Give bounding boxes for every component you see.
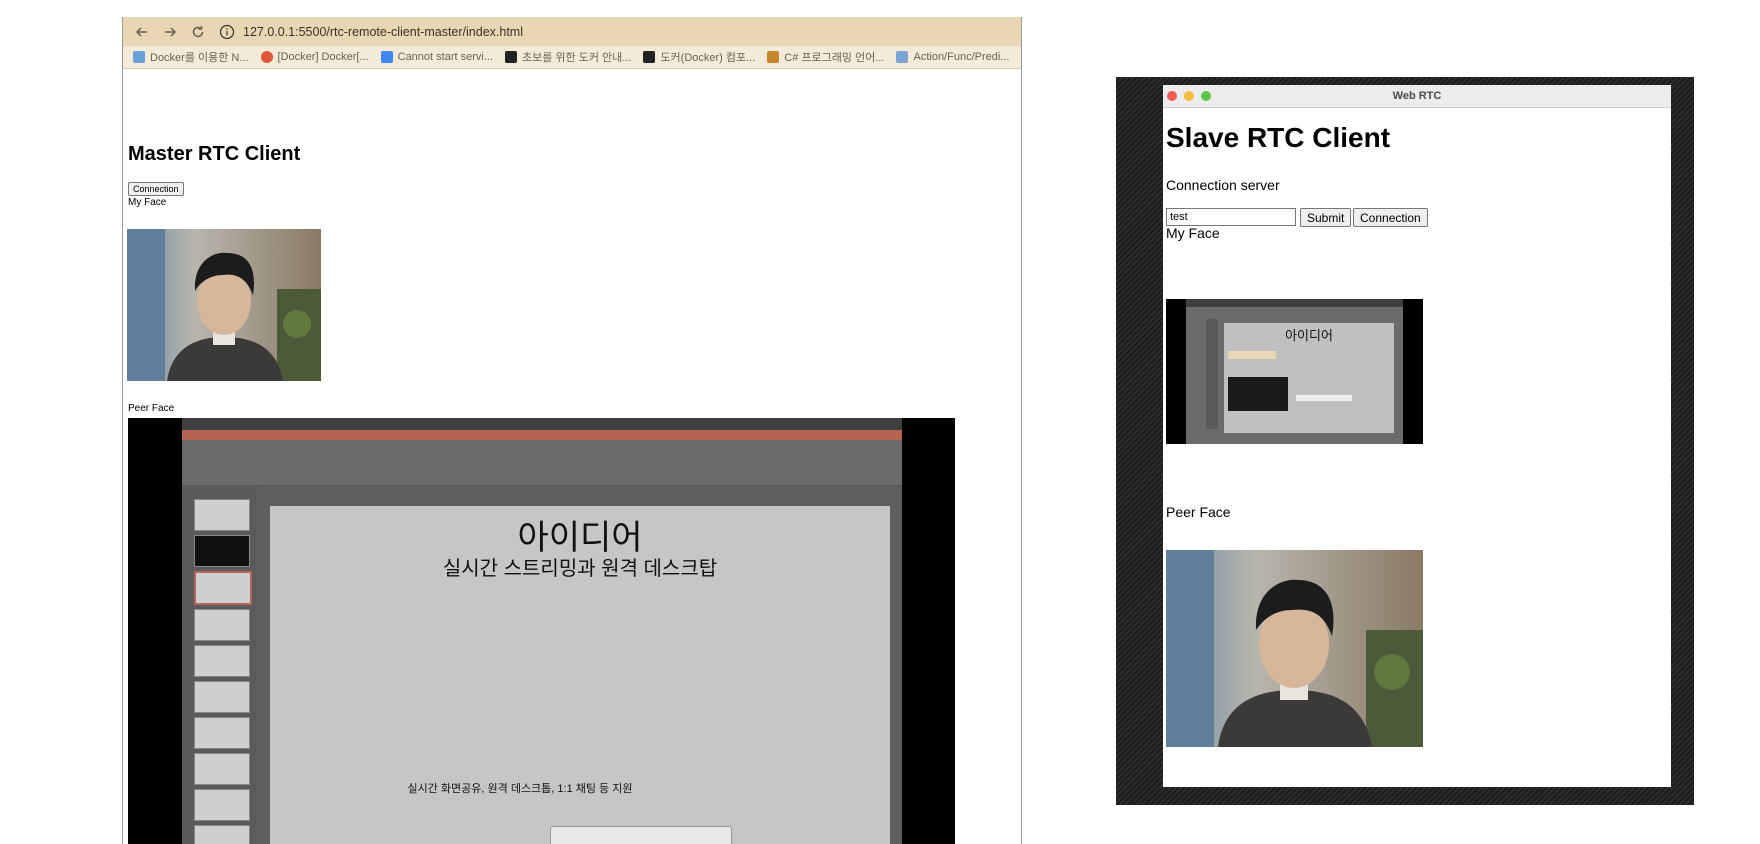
bookmarks-bar: Docker를 이용한 N... [Docker] Docker[... Canno…: [123, 46, 1021, 69]
connection-button[interactable]: Connection: [128, 182, 184, 196]
minimize-window-icon[interactable]: [1184, 91, 1194, 101]
bookmark-label: 초보를 위한 도커 안내...: [522, 52, 632, 64]
my-face-label: My Face: [128, 197, 167, 208]
forward-icon[interactable]: [159, 21, 181, 43]
peer-face-label: Peer Face: [128, 403, 175, 414]
shared-screen: 아이디어 실시간 스트리밍과 원격 데스크탑 실시간 화면공유, 원격 데스크톱…: [182, 418, 902, 844]
slave-screen-frame: Web RTC Slave RTC Client Connection serv…: [1116, 77, 1694, 805]
slave-window: Web RTC Slave RTC Client Connection serv…: [1163, 85, 1671, 787]
page-title: Slave RTC Client: [1166, 122, 1391, 153]
bookmark-item[interactable]: Action/Func/Predi...: [896, 51, 1009, 63]
zoom-window-icon[interactable]: [1201, 91, 1211, 101]
url-field[interactable]: 127.0.0.1:5500/rtc-remote-client-master/…: [219, 20, 523, 44]
peer-face-video: 아이디어 실시간 스트리밍과 원격 데스크탑 실시간 화면공유, 원격 데스크톱…: [128, 418, 955, 844]
my-face-video: 아이디어: [1166, 299, 1423, 444]
bookmark-label: C# 프로그래밍 언어...: [784, 52, 885, 64]
page-title: Master RTC Client: [128, 143, 301, 165]
t-icon: [260, 51, 273, 63]
book-icon: [767, 51, 780, 63]
presentation-toolbar: [550, 826, 732, 844]
connection-server-label: Connection server: [1166, 177, 1280, 193]
reload-icon[interactable]: [187, 21, 209, 43]
peer-face-video: [1166, 550, 1423, 747]
bookmark-label: Cannot start servi...: [397, 51, 493, 63]
bookmark-label: 도커(Docker) 컴포...: [660, 52, 756, 64]
close-window-icon[interactable]: [1167, 91, 1177, 101]
address-bar: 127.0.0.1:5500/rtc-remote-client-master/…: [123, 17, 1021, 46]
back-icon[interactable]: [131, 21, 153, 43]
my-face-video: [127, 229, 321, 381]
bookmark-label: [Docker] Docker[...: [277, 51, 369, 63]
slide-subtitle: 실시간 스트리밍과 원격 데스크탑: [442, 558, 718, 580]
image-icon: [133, 51, 145, 63]
slide-canvas: 아이디어 실시간 스트리밍과 원격 데스크탑 실시간 화면공유, 원격 데스크톱…: [270, 506, 890, 844]
window-title: Web RTC: [1392, 90, 1442, 102]
bookmark-item[interactable]: 초보를 위한 도커 안내...: [505, 49, 631, 65]
doc-icon: [896, 51, 909, 63]
window-titlebar: Web RTC: [1163, 85, 1671, 108]
google-icon: [380, 51, 393, 63]
url-text: 127.0.0.1:5500/rtc-remote-client-master/…: [243, 24, 523, 39]
code-icon: [505, 51, 517, 63]
bookmark-item[interactable]: C# 프로그래밍 언어...: [767, 49, 884, 65]
bookmark-item[interactable]: [Docker] Docker[...: [260, 51, 369, 63]
bookmark-item[interactable]: Cannot start servi...: [380, 51, 493, 63]
bookmark-label: Docker를 이용한 N...: [150, 52, 249, 64]
bookmark-label: Action/Func/Predi...: [913, 51, 1010, 63]
bookmark-item[interactable]: 도커(Docker) 컴포...: [643, 49, 755, 65]
shared-slide-title: 아이디어: [1285, 328, 1333, 343]
submit-button[interactable]: Submit: [1300, 208, 1352, 227]
slide-app-ribbon: [182, 440, 902, 486]
master-browser-window: 127.0.0.1:5500/rtc-remote-client-master/…: [122, 17, 1022, 844]
peer-face-label: Peer Face: [1166, 504, 1231, 520]
server-input[interactable]: [1166, 208, 1296, 226]
info-icon[interactable]: [219, 24, 235, 40]
my-face-label: My Face: [1166, 225, 1220, 241]
forty-four-icon: [643, 51, 656, 63]
connection-button[interactable]: Connection: [1353, 208, 1428, 227]
bookmark-item[interactable]: Docker를 이용한 N...: [133, 49, 249, 65]
slide-footer: 실시간 화면공유, 원격 데스크톱, 1:1 채팅 등 지원: [407, 783, 633, 795]
